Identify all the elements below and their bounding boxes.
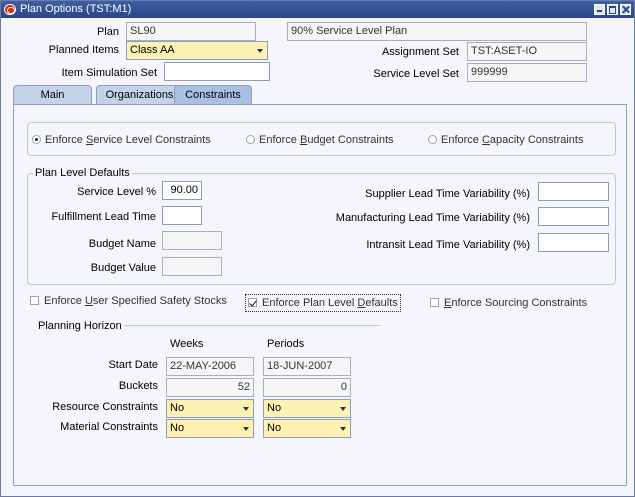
plan-label: Plan <box>96 26 119 38</box>
tab-organizations[interactable]: Organizations <box>96 85 183 104</box>
chevron-down-icon <box>257 49 263 53</box>
manufacturing-ltv-field[interactable] <box>538 207 609 226</box>
resource-constraints-label: Resource Constraints <box>52 401 158 413</box>
service-level-set-field[interactable]: 999999 <box>467 63 587 82</box>
budget-value-field[interactable] <box>162 257 222 276</box>
periods-material-constraints-dropdown[interactable]: No <box>263 419 351 438</box>
checkbox-enforce-sourcing-constraints[interactable]: Enforce Sourcing Constraints <box>430 296 587 310</box>
tab-constraints[interactable]: Constraints <box>174 85 252 105</box>
budget-name-label: Budget Name <box>88 238 156 250</box>
close-icon[interactable] <box>620 4 631 15</box>
periods-start-date-field[interactable]: 18-JUN-2007 <box>263 357 351 376</box>
radio-selected-icon <box>32 135 41 144</box>
tab-main[interactable]: Main <box>13 85 92 104</box>
constraints-panel: Enforce Service Level Constraints Enforc… <box>13 104 627 486</box>
plan-field[interactable]: SL90 <box>126 22 256 41</box>
chevron-down-icon <box>243 427 249 431</box>
service-level-set-label: Service Level Set <box>373 68 459 80</box>
planned-items-label: Planned Items <box>48 44 119 56</box>
item-simulation-set-label: Item Simulation Set <box>61 67 157 79</box>
oracle-logo-icon <box>4 4 16 15</box>
planning-horizon-legend: Planning Horizon <box>36 320 124 332</box>
item-simulation-set-field[interactable] <box>164 62 270 81</box>
checkbox-enforce-plan-level-defaults[interactable]: Enforce Plan Level Defaults <box>245 294 401 312</box>
planned-items-dropdown[interactable]: Class AA <box>126 41 268 60</box>
plan-options-window: Plan Options (TST:M1) Plan SL90 90% Serv… <box>0 0 635 497</box>
service-level-field[interactable]: 90.00 <box>162 181 202 200</box>
assignment-set-field[interactable]: TST:ASET-IO <box>467 42 587 61</box>
budget-value-label: Budget Value <box>90 262 156 274</box>
supplier-ltv-label: Supplier Lead Time Variability (%) <box>365 188 530 200</box>
maximize-icon[interactable] <box>607 4 618 15</box>
minimize-icon[interactable] <box>594 4 605 15</box>
weeks-header: Weeks <box>170 338 204 350</box>
weeks-buckets-field[interactable]: 52 <box>166 378 254 397</box>
radio-unselected-icon <box>428 135 437 144</box>
chevron-down-icon <box>340 427 346 431</box>
fulfillment-lead-time-field[interactable] <box>162 206 202 225</box>
planning-horizon-divider <box>124 325 380 326</box>
title-bar: Plan Options (TST:M1) <box>1 1 634 18</box>
material-constraints-label: Material Constraints <box>60 421 158 433</box>
weeks-material-constraints-dropdown[interactable]: No <box>166 419 254 438</box>
fulfillment-lead-time-label: Fulfillment Lead Time <box>51 211 156 223</box>
chevron-down-icon <box>340 407 346 411</box>
weeks-resource-constraints-dropdown[interactable]: No <box>166 399 254 418</box>
checkbox-unchecked-icon <box>30 296 39 305</box>
intransit-ltv-field[interactable] <box>538 233 609 252</box>
buckets-label: Buckets <box>118 380 158 392</box>
plan-level-defaults-legend: Plan Level Defaults <box>33 167 132 179</box>
intransit-ltv-label: Intransit Lead Time Variability (%) <box>366 239 530 251</box>
start-date-label: Start Date <box>108 359 158 371</box>
periods-buckets-field[interactable]: 0 <box>263 378 351 397</box>
enforce-constraints-group: Enforce Service Level Constraints Enforc… <box>27 122 616 156</box>
service-level-label: Service Level % <box>77 186 156 198</box>
supplier-ltv-field[interactable] <box>538 182 609 201</box>
periods-header: Periods <box>267 338 305 350</box>
manufacturing-ltv-label: Manufacturing Lead Time Variability (%) <box>335 212 530 224</box>
checkbox-checked-icon <box>248 298 257 307</box>
weeks-start-date-field[interactable]: 22-MAY-2006 <box>166 357 254 376</box>
checkbox-unchecked-icon <box>430 298 439 307</box>
planned-items-value: Class AA <box>130 44 175 56</box>
checkbox-enforce-user-safety-stocks[interactable]: Enforce User Specified Safety Stocks <box>30 294 227 308</box>
radio-enforce-capacity[interactable]: Enforce Capacity Constraints <box>428 133 583 147</box>
assignment-set-label: Assignment Set <box>381 46 459 58</box>
plan-description-field[interactable]: 90% Service Level Plan <box>287 22 587 41</box>
chevron-down-icon <box>243 407 249 411</box>
window-controls <box>594 4 631 15</box>
periods-resource-constraints-dropdown[interactable]: No <box>263 399 351 418</box>
radio-unselected-icon <box>246 135 255 144</box>
window-title: Plan Options (TST:M1) <box>20 3 132 15</box>
budget-name-field[interactable] <box>162 231 222 250</box>
radio-enforce-service-level[interactable]: Enforce Service Level Constraints <box>32 133 211 147</box>
radio-enforce-budget[interactable]: Enforce Budget Constraints <box>246 133 394 147</box>
